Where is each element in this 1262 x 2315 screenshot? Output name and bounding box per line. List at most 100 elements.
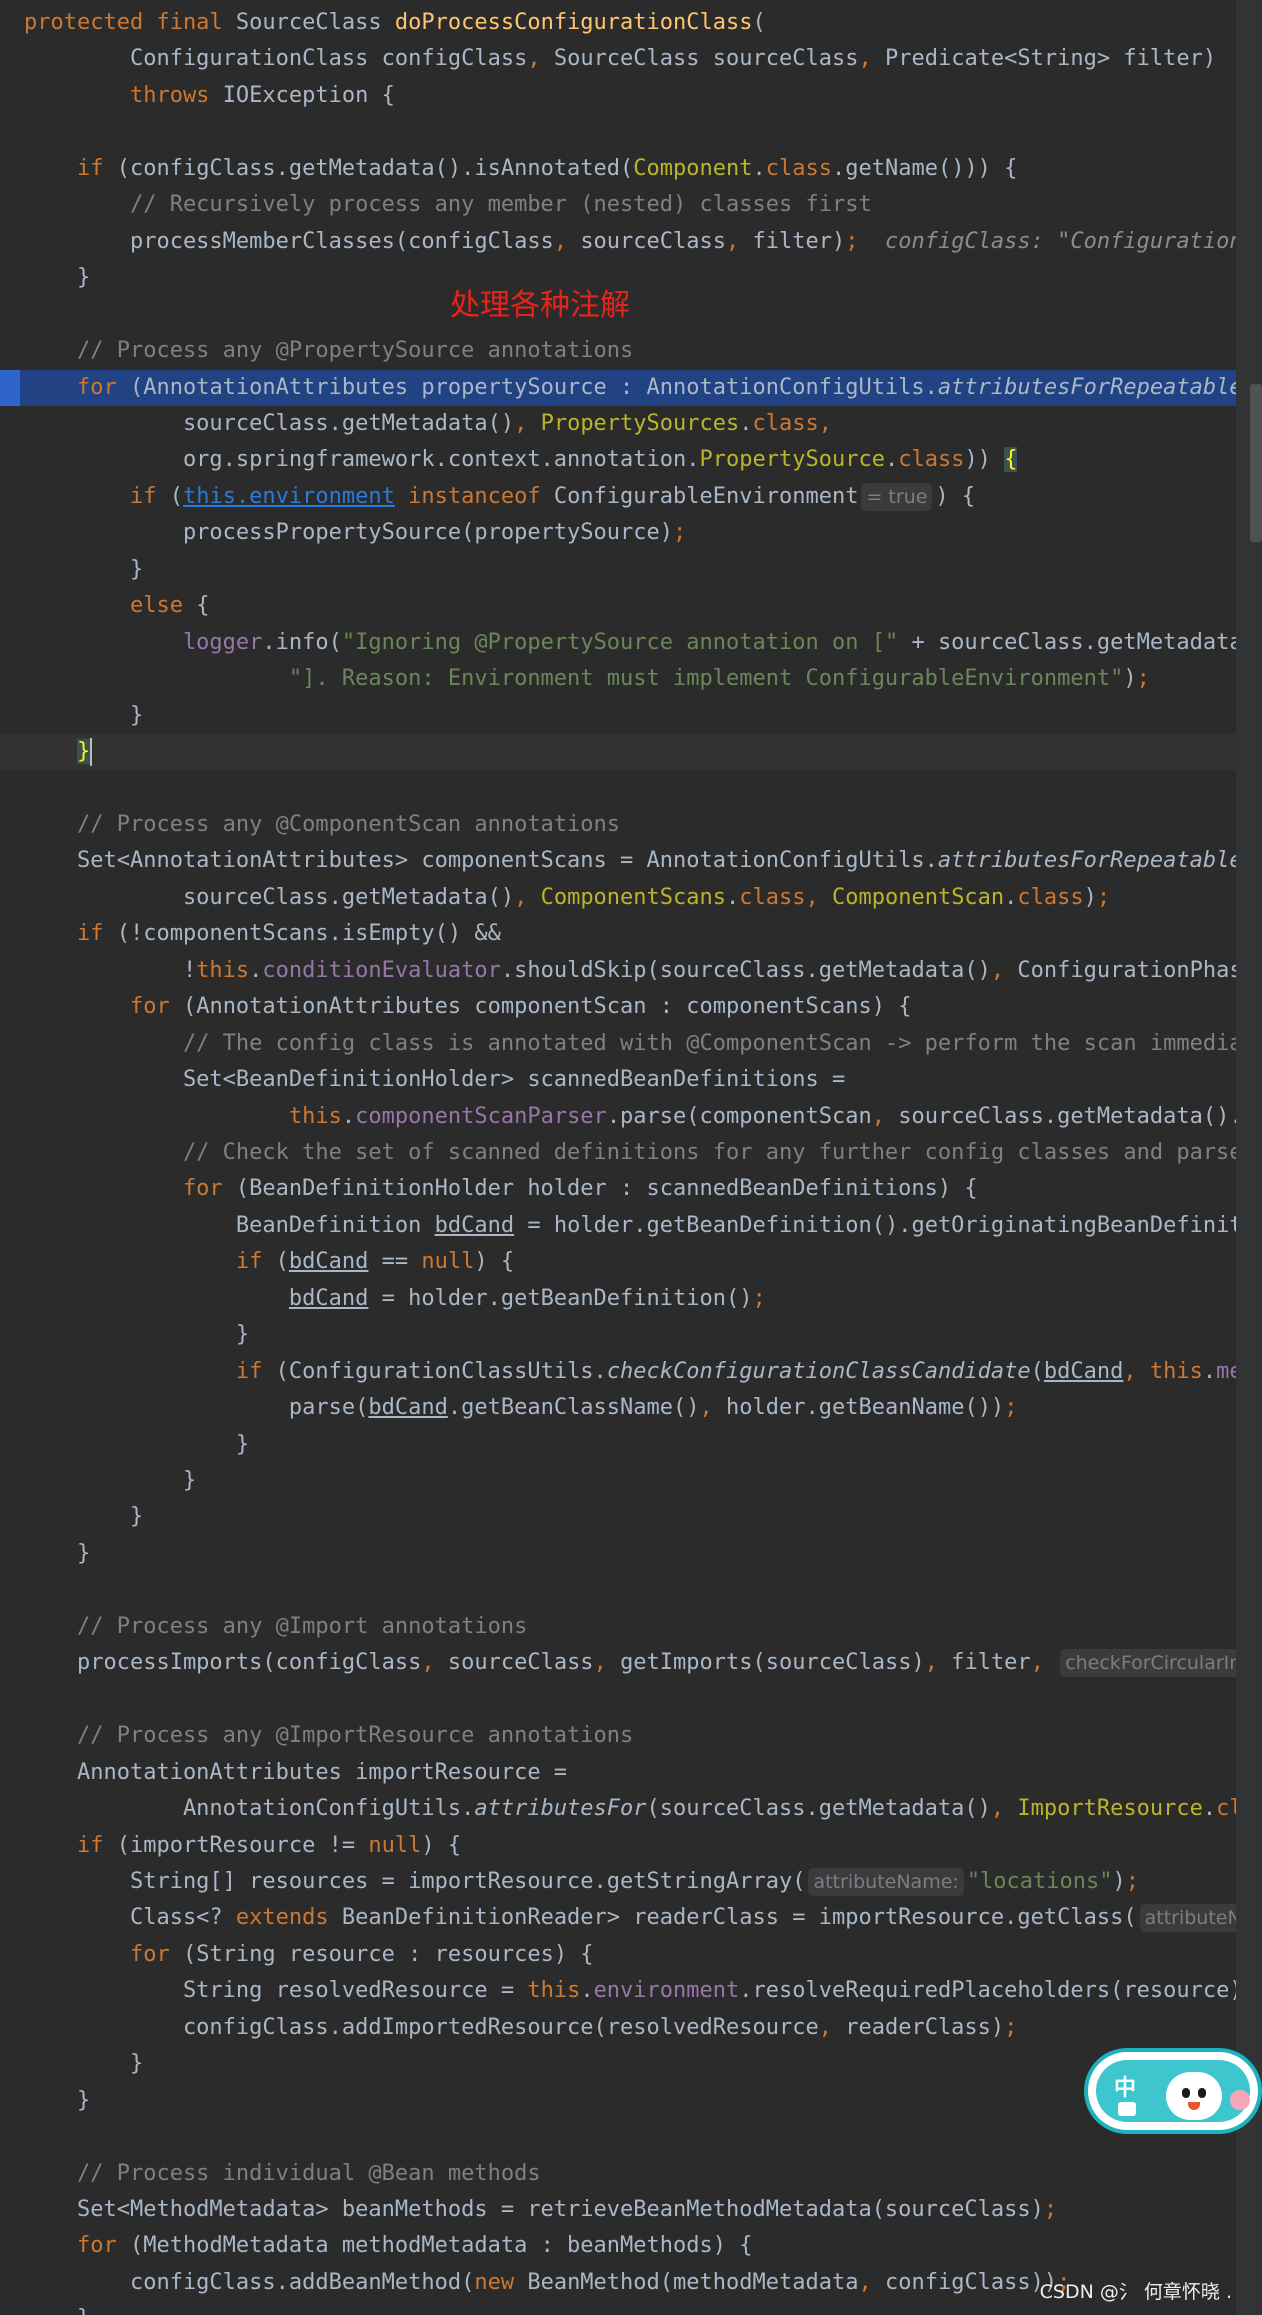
code-line[interactable]: // Process any @ComponentScan annotation…: [0, 807, 1236, 843]
code-line[interactable]: }: [0, 1427, 1236, 1463]
code-line[interactable]: String[] resources = importResource.getS…: [0, 1864, 1236, 1900]
code-line[interactable]: // Process any @ImportResource annotatio…: [0, 1718, 1236, 1754]
code-line[interactable]: for (String resource : resources) {: [0, 1937, 1236, 1973]
code-token: .: [739, 410, 753, 436]
code-line[interactable]: processMemberClasses(configClass, source…: [0, 224, 1236, 260]
code-line[interactable]: sourceClass.getMetadata(), PropertySourc…: [0, 406, 1236, 442]
code-line[interactable]: Class<? extends BeanDefinitionReader> re…: [0, 1900, 1236, 1936]
code-line[interactable]: configClass.addImportedResource(resolved…: [0, 2010, 1236, 2046]
code-line[interactable]: [0, 1682, 1236, 1718]
code-line[interactable]: for (BeanDefinitionHolder holder : scann…: [0, 1171, 1236, 1207]
code-line[interactable]: protected final SourceClass doProcessCon…: [0, 5, 1236, 41]
code-token: ) {: [935, 483, 976, 509]
code-line[interactable]: bdCand = holder.getBeanDefinition();: [0, 1281, 1236, 1317]
code-line[interactable]: [0, 770, 1236, 806]
code-line[interactable]: // The config class is annotated with @C…: [0, 1026, 1236, 1062]
code-token: ): [1123, 666, 1137, 692]
code-line[interactable]: AnnotationConfigUtils.attributesFor(sour…: [0, 1791, 1236, 1827]
code-token: filter): [752, 228, 846, 254]
code-token: Set<BeanDefinitionHolder> scannedBeanDef…: [24, 1067, 846, 1093]
code-token: .: [1004, 884, 1018, 910]
code-token: ,: [553, 228, 581, 254]
code-line[interactable]: Set<MethodMetadata> beanMethods = retrie…: [0, 2192, 1236, 2228]
code-line[interactable]: Set<BeanDefinitionHolder> scannedBeanDef…: [0, 1062, 1236, 1098]
code-line[interactable]: [0, 1572, 1236, 1608]
ime-language-label: 中: [1114, 2076, 1137, 2101]
code-line[interactable]: processPropertySource(propertySource);: [0, 515, 1236, 551]
code-line[interactable]: // Recursively process any member (neste…: [0, 187, 1236, 223]
code-line[interactable]: // Process individual @Bean methods: [0, 2156, 1236, 2192]
code-token: "Ignoring @PropertySource annotation on …: [341, 629, 899, 655]
code-line[interactable]: String resolvedResource = this.environme…: [0, 1973, 1236, 2009]
code-line[interactable]: if (configClass.getMetadata().isAnnotate…: [0, 151, 1236, 187]
code-line[interactable]: for (MethodMetadata methodMetadata : bea…: [0, 2228, 1236, 2264]
code-line[interactable]: sourceClass.getMetadata(), ComponentScan…: [0, 880, 1236, 916]
code-token: (!componentScans.isEmpty() &&: [116, 921, 501, 947]
code-line[interactable]: !this.conditionEvaluator.shouldSkip(sour…: [0, 953, 1236, 989]
code-line[interactable]: if (importResource != null) {: [0, 1828, 1236, 1864]
code-token: }: [76, 739, 91, 764]
code-line[interactable]: AnnotationAttributes importResource =: [0, 1755, 1236, 1791]
code-token: Set<MethodMetadata> beanMethods = retrie…: [24, 2197, 1044, 2222]
code-line[interactable]: }: [0, 698, 1236, 734]
code-token: .: [1202, 1796, 1217, 1822]
code-token: .: [726, 884, 740, 910]
code-token: ,: [924, 1650, 952, 1676]
code-line[interactable]: BeanDefinition bdCand = holder.getBeanDe…: [0, 1208, 1236, 1244]
code-line[interactable]: }: [0, 1499, 1236, 1535]
scrollbar-thumb[interactable]: [1250, 384, 1262, 542]
code-token: sourceClass: [447, 1650, 594, 1676]
red-annotation-text: 处理各种注解: [450, 288, 630, 323]
code-token: PropertySources: [540, 410, 740, 436]
code-line[interactable]: if (bdCand == null) {: [0, 1244, 1236, 1280]
code-line[interactable]: org.springframework.context.annotation.P…: [0, 442, 1236, 478]
code-line[interactable]: if (this.environment instanceof Configur…: [0, 479, 1236, 515]
code-line[interactable]: [0, 2119, 1236, 2155]
code-token: AnnotationConfigUtils.: [24, 1796, 475, 1822]
code-token: = holder.getBeanDefinition(): [368, 1285, 753, 1311]
code-line[interactable]: Set<AnnotationAttributes> componentScans…: [0, 843, 1236, 879]
code-token: (AnnotationAttributes propertySource : A…: [129, 374, 938, 400]
code-token: {: [196, 593, 210, 619]
code-line[interactable]: }: [0, 1463, 1236, 1499]
code-line[interactable]: }: [0, 734, 1236, 770]
code-token: // Recursively process any member (neste…: [24, 192, 872, 218]
code-line[interactable]: for (AnnotationAttributes propertySource…: [0, 369, 1236, 406]
code-token: ,: [990, 957, 1018, 983]
vertical-scrollbar[interactable]: [1236, 0, 1262, 2315]
code-line[interactable]: throws IOException {: [0, 78, 1236, 114]
code-token: for: [24, 2233, 130, 2259]
code-token: class: [898, 447, 965, 473]
code-line[interactable]: }: [0, 2083, 1236, 2119]
code-token: ,: [527, 46, 554, 72]
code-line[interactable]: logger.info("Ignoring @PropertySource an…: [0, 625, 1236, 661]
code-token: ConfigurableEnvironment: [553, 483, 859, 509]
code-line[interactable]: [0, 114, 1236, 150]
code-line[interactable]: for (AnnotationAttributes componentScan …: [0, 989, 1236, 1025]
code-line[interactable]: else {: [0, 588, 1236, 624]
code-line[interactable]: }: [0, 552, 1236, 588]
code-line[interactable]: // Check the set of scanned definitions …: [0, 1135, 1236, 1171]
code-line[interactable]: if (!componentScans.isEmpty() &&: [0, 916, 1236, 952]
code-line[interactable]: // Process any @Import annotations: [0, 1609, 1236, 1645]
code-line[interactable]: }: [0, 2046, 1236, 2082]
code-line[interactable]: this.componentScanParser.parse(component…: [0, 1099, 1236, 1135]
code-line[interactable]: }: [0, 1536, 1236, 1572]
code-line[interactable]: ConfigurationClass configClass, SourceCl…: [0, 41, 1236, 77]
code-token: !: [24, 957, 197, 983]
code-line[interactable]: if (ConfigurationClassUtils.checkConfigu…: [0, 1354, 1236, 1390]
ime-floating-widget[interactable]: 中: [1084, 2048, 1262, 2134]
code-token: }: [24, 1431, 250, 1457]
code-token: .: [249, 957, 263, 983]
code-line[interactable]: "]. Reason: Environment must implement C…: [0, 661, 1236, 697]
code-token: attributesFor: [474, 1796, 647, 1822]
code-editor[interactable]: protected final SourceClass doProcessCon…: [0, 0, 1262, 2315]
code-line[interactable]: parse(bdCand.getBeanClassName(), holder.…: [0, 1390, 1236, 1426]
code-line[interactable]: // Process any @PropertySource annotatio…: [0, 333, 1236, 369]
code-line[interactable]: processImports(configClass, sourceClass,…: [0, 1645, 1236, 1681]
code-token: Set<AnnotationAttributes> componentScans…: [24, 848, 938, 874]
code-line[interactable]: }: [0, 1317, 1236, 1353]
code-token: ,: [871, 1103, 899, 1129]
code-token: org.springframework.context.annotation.: [24, 447, 700, 473]
